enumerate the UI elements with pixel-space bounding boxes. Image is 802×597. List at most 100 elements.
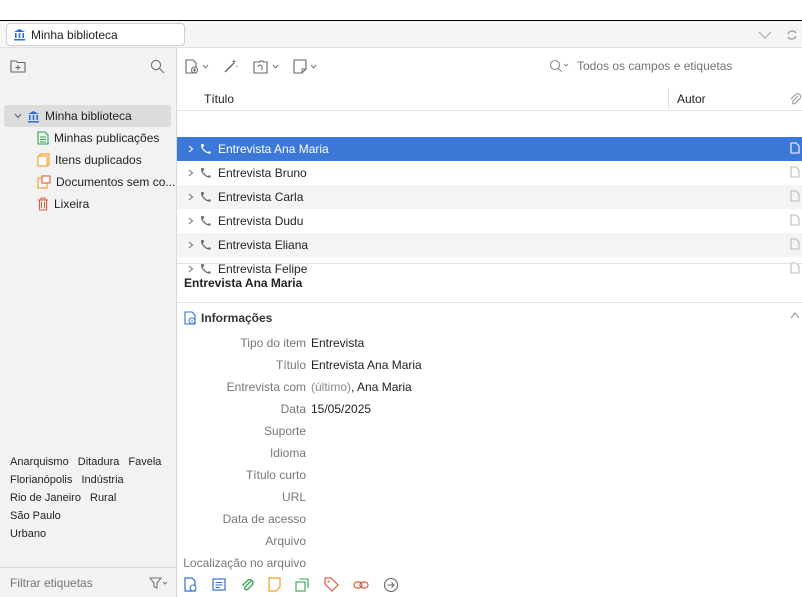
chevron-down-icon[interactable]	[14, 113, 22, 119]
tag[interactable]: Ditadura	[78, 456, 120, 468]
chevron-down-icon	[202, 64, 209, 69]
tree-item-trash[interactable]: Lixeira	[0, 193, 177, 215]
tag[interactable]: Florianópolis	[10, 474, 72, 486]
items-pane: Título Autor Entrevista Ana Maria Ent	[177, 48, 802, 597]
field-label: Data de acesso	[222, 512, 306, 526]
item-header-title: Entrevista Ana Maria	[184, 276, 303, 290]
field-value[interactable]: Entrevista Ana Maria	[311, 358, 422, 372]
tag[interactable]: Indústria	[81, 474, 123, 486]
tree-item-my-publications[interactable]: Minhas publicações	[0, 127, 177, 149]
attachment-pdf-icon[interactable]	[790, 166, 800, 178]
tab-library[interactable]: Minha biblioteca	[6, 23, 185, 46]
attachment-column-icon[interactable]	[789, 92, 801, 106]
search-input[interactable]	[577, 59, 777, 73]
section-info-header[interactable]: Informações	[184, 311, 272, 325]
attachment-pdf-icon[interactable]	[790, 142, 800, 154]
field-value[interactable]: (último), Ana Maria	[311, 380, 412, 394]
attachment-pdf-icon[interactable]	[790, 214, 800, 226]
attachment-pdf-icon[interactable]	[790, 190, 800, 202]
table-row[interactable]: Entrevista Eliana	[177, 233, 802, 257]
new-note-button[interactable]	[293, 58, 317, 74]
chevron-down-icon[interactable]	[758, 30, 772, 40]
tree-item-duplicates[interactable]: Itens duplicados	[0, 149, 177, 171]
info-section-icon[interactable]	[184, 577, 198, 592]
creator-last-name[interactable]: (último)	[311, 380, 351, 394]
tag[interactable]: Urbano	[10, 528, 46, 540]
field-label: Data	[280, 402, 306, 416]
search-mode-icon[interactable]	[549, 59, 571, 73]
field-date: Data 15/05/2025	[177, 398, 802, 420]
attachments-icon[interactable]	[240, 577, 254, 592]
collection-tree: Minha biblioteca Minhas publicações Iten…	[0, 105, 177, 215]
chevron-up-icon[interactable]	[790, 312, 800, 319]
column-separator[interactable]	[668, 89, 669, 109]
items-list: Entrevista Ana Maria Entrevista Bruno En…	[177, 137, 802, 281]
info-fields: Tipo do item Entrevista Título Entrevist…	[177, 332, 802, 574]
field-label: URL	[281, 490, 306, 504]
field-value[interactable]: 15/05/2025	[311, 402, 371, 416]
new-item-button[interactable]	[185, 58, 209, 74]
tag[interactable]: Rural	[90, 492, 116, 504]
tag[interactable]: Rio de Janeiro	[10, 492, 81, 504]
new-attachment-button[interactable]	[253, 59, 279, 74]
search-icon[interactable]	[150, 59, 165, 74]
field-label: Entrevista com	[226, 380, 306, 394]
table-row[interactable]: Entrevista Dudu	[177, 209, 802, 233]
field-label: Título curto	[245, 468, 306, 482]
collections-pane: Minha biblioteca Minhas publicações Iten…	[0, 48, 177, 597]
locate-icon[interactable]	[383, 577, 399, 593]
tag-filter-bar	[0, 567, 177, 597]
chevron-right-icon[interactable]	[188, 145, 194, 153]
item-detail-pane: Entrevista Ana Maria Informações Tipo do…	[177, 263, 802, 597]
unfiled-icon	[37, 175, 51, 189]
notes-icon[interactable]	[268, 577, 281, 592]
item-title: Entrevista Eliana	[218, 238, 309, 252]
info-section-icon	[184, 311, 197, 325]
field-short-title: Título curto	[177, 464, 802, 486]
tag[interactable]: Favela	[128, 456, 161, 468]
field-item-type: Tipo do item Entrevista	[177, 332, 802, 354]
tree-item-my-library[interactable]: Minha biblioteca	[4, 105, 171, 127]
chevron-right-icon[interactable]	[188, 169, 194, 177]
table-row[interactable]: Entrevista Bruno	[177, 161, 802, 185]
table-row[interactable]: Entrevista Ana Maria	[177, 137, 802, 161]
tag[interactable]: Anarquismo	[10, 456, 69, 468]
field-title: Título Entrevista Ana Maria	[177, 354, 802, 376]
tags-icon[interactable]	[324, 577, 339, 592]
tag-filter-menu-icon[interactable]	[149, 577, 169, 589]
interview-icon	[200, 239, 212, 251]
related-icon[interactable]	[353, 578, 369, 592]
tag-filter-input[interactable]	[10, 576, 120, 590]
add-by-identifier-button[interactable]	[223, 58, 239, 74]
items-search	[549, 55, 802, 77]
chevron-right-icon[interactable]	[188, 193, 194, 201]
tree-item-label: Documentos sem co...	[56, 175, 176, 189]
chevron-right-icon[interactable]	[188, 217, 194, 225]
abstract-icon[interactable]	[212, 578, 226, 591]
new-item-icon	[185, 58, 199, 74]
item-title: Entrevista Carla	[218, 190, 304, 204]
item-title: Entrevista Bruno	[218, 166, 307, 180]
chevron-right-icon[interactable]	[188, 241, 194, 249]
tree-item-label: Lixeira	[54, 197, 90, 211]
libraries-collections-icon[interactable]	[295, 577, 310, 592]
interview-icon	[200, 167, 212, 179]
field-label: Suporte	[263, 424, 306, 438]
items-toolbar	[177, 49, 802, 83]
tabbar-controls	[758, 21, 802, 48]
item-title: Entrevista Dudu	[218, 214, 304, 228]
column-header-author[interactable]: Autor	[677, 92, 706, 106]
attachment-pdf-icon[interactable]	[790, 238, 800, 250]
tag[interactable]: São Paulo	[10, 510, 61, 522]
divider	[177, 302, 802, 303]
field-interviewee: Entrevista com (último), Ana Maria	[177, 376, 802, 398]
field-value[interactable]: Entrevista	[311, 336, 364, 350]
sync-icon[interactable]	[786, 28, 798, 42]
table-row[interactable]: Entrevista Carla	[177, 185, 802, 209]
duplicates-icon	[37, 153, 50, 167]
new-collection-icon[interactable]	[10, 59, 26, 73]
column-header-title[interactable]: Título	[204, 92, 234, 106]
field-label: Tipo do item	[240, 336, 306, 350]
tree-item-unfiled[interactable]: Documentos sem co...	[0, 171, 177, 193]
creator-first-name[interactable]: , Ana Maria	[351, 380, 412, 394]
